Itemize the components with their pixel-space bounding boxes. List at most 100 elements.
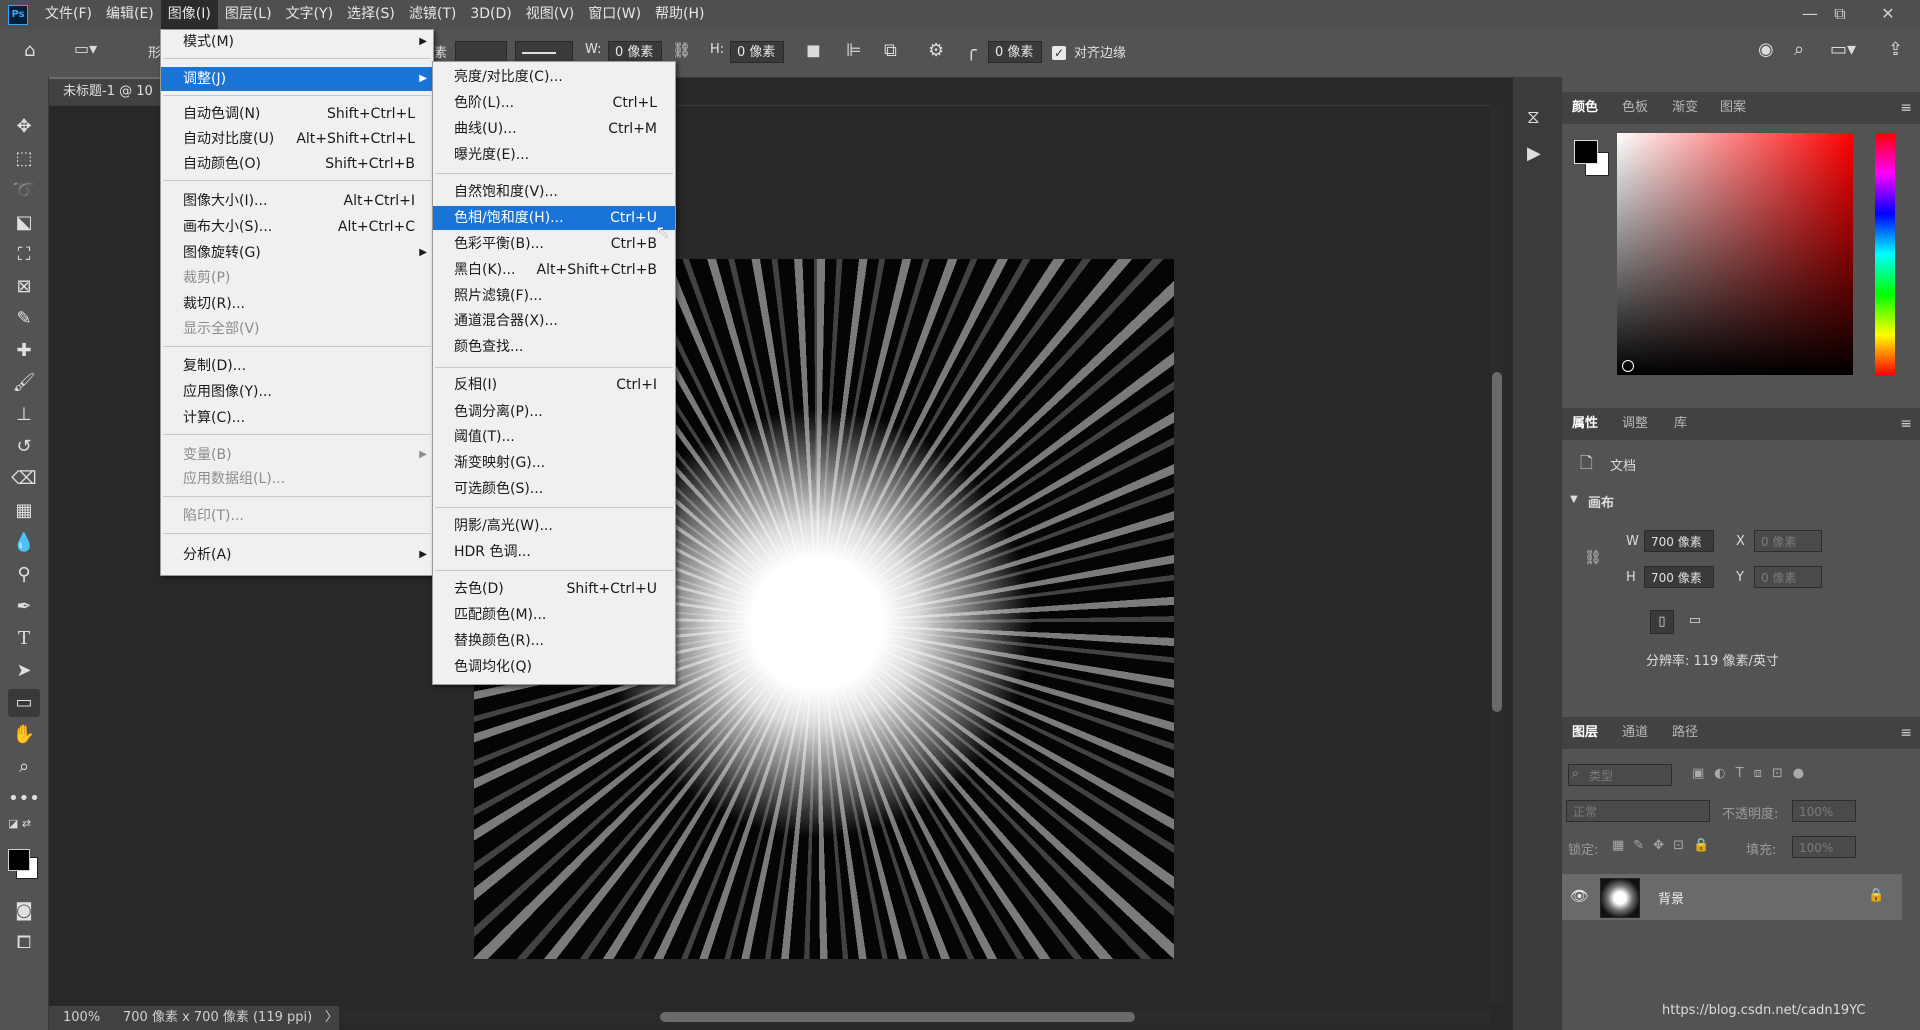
tab-swatches[interactable]: 色板: [1622, 92, 1648, 124]
more-tools-icon[interactable]: •••: [8, 785, 40, 813]
menu-item-match-color[interactable]: 匹配颜色(M)...: [433, 603, 675, 627]
tab-paths[interactable]: 路径: [1672, 717, 1698, 749]
tab-layers[interactable]: 图层: [1572, 717, 1598, 749]
home-icon[interactable]: ⌂: [24, 40, 35, 61]
link-icon[interactable]: ⛓: [672, 41, 691, 59]
width-field[interactable]: 0 像素: [608, 41, 662, 63]
menu-help[interactable]: 帮助(H): [648, 0, 711, 29]
menu-item-image-size[interactable]: 图像大小(I)... Alt+Ctrl+I: [161, 189, 433, 213]
path-operations-icon[interactable]: ◼: [806, 40, 821, 61]
brush-tool-icon[interactable]: 🖌: [8, 369, 40, 397]
menu-item-threshold[interactable]: 阈值(T)...: [433, 425, 675, 449]
canvas-width-field[interactable]: 700 像素: [1644, 530, 1714, 552]
menu-item-vibrance[interactable]: 自然饱和度(V)...: [433, 180, 675, 204]
history-panel-icon[interactable]: ⧖: [1527, 107, 1540, 128]
eraser-tool-icon[interactable]: ⌫: [8, 465, 40, 493]
link-dimensions-icon[interactable]: ⛓: [1584, 550, 1602, 566]
document-info-arrow[interactable]: 〉: [325, 1006, 338, 1030]
actions-play-icon[interactable]: ▶: [1527, 143, 1541, 164]
menu-item-channel-mixer[interactable]: 通道混合器(X)...: [433, 309, 675, 333]
menu-item-apply-image[interactable]: 应用图像(Y)...: [161, 380, 433, 404]
zoom-tool-icon[interactable]: ⌕: [8, 753, 40, 781]
menu-item-mode[interactable]: 模式(M) ▶: [161, 30, 433, 54]
crop-tool-icon[interactable]: ⛶: [8, 241, 40, 269]
menu-item-black-white[interactable]: 黑白(K)... Alt+Shift+Ctrl+B: [433, 258, 675, 282]
menu-item-color-lookup[interactable]: 颜色查找...: [433, 335, 675, 359]
menu-item-selective-color[interactable]: 可选颜色(S)...: [433, 477, 675, 501]
menu-select[interactable]: 选择(S): [340, 0, 402, 29]
canvas-x-field[interactable]: 0 像素: [1754, 530, 1822, 552]
color-picker-field[interactable]: [1617, 133, 1853, 375]
menu-item-analysis[interactable]: 分析(A) ▶: [161, 543, 433, 567]
lock-options-icons[interactable]: ▦✎✥⊡🔒: [1612, 838, 1718, 853]
stroke-type-select[interactable]: [515, 41, 573, 63]
menu-item-curves[interactable]: 曲线(U)... Ctrl+M: [433, 117, 675, 141]
clone-stamp-tool-icon[interactable]: ⊥: [8, 401, 40, 429]
horizontal-scroll-thumb[interactable]: [660, 1012, 1135, 1022]
menu-item-brightness-contrast[interactable]: 亮度/对比度(C)...: [433, 65, 675, 89]
dodge-tool-icon[interactable]: ⚲: [8, 561, 40, 589]
stroke-width-field[interactable]: [455, 41, 507, 63]
menu-item-color-balance[interactable]: 色彩平衡(B)... Ctrl+B: [433, 232, 675, 256]
menu-image[interactable]: 图像(I): [160, 0, 218, 29]
panel-menu-icon[interactable]: ≡: [1900, 408, 1912, 440]
align-edges-checkbox[interactable]: ✓: [1052, 46, 1066, 60]
restore-button[interactable]: ⧉: [1820, 0, 1860, 29]
foreground-color-swatch[interactable]: [8, 849, 30, 871]
menu-item-hue-saturation[interactable]: 色相/饱和度(H)... Ctrl+U: [433, 206, 675, 230]
menu-item-auto-tone[interactable]: 自动色调(N) Shift+Ctrl+L: [161, 102, 433, 126]
menu-item-duplicate[interactable]: 复制(D)...: [161, 354, 433, 378]
menu-item-levels[interactable]: 色阶(L)... Ctrl+L: [433, 91, 675, 115]
fill-field[interactable]: 100%: [1792, 836, 1856, 858]
menu-item-replace-color[interactable]: 替换颜色(R)...: [433, 629, 675, 653]
vertical-scroll-thumb[interactable]: [1492, 372, 1502, 712]
menu-item-calculations[interactable]: 计算(C)...: [161, 406, 433, 430]
blend-mode-select[interactable]: 正常: [1566, 800, 1710, 822]
menu-item-shadows-highlights[interactable]: 阴影/高光(W)...: [433, 514, 675, 538]
landscape-orientation-icon[interactable]: ▭: [1684, 610, 1706, 632]
hand-tool-icon[interactable]: ✋: [8, 721, 40, 749]
menu-type[interactable]: 文字(Y): [279, 0, 340, 29]
corner-radius-field[interactable]: 0 像素: [988, 41, 1042, 63]
workspace-icon[interactable]: ▭▾: [1830, 39, 1856, 60]
move-tool-icon[interactable]: ✥: [8, 113, 40, 141]
menu-item-photo-filter[interactable]: 照片滤镜(F)...: [433, 284, 675, 308]
color-picker-handle[interactable]: [1622, 360, 1634, 372]
menu-layer[interactable]: 图层(L): [218, 0, 279, 29]
path-selection-tool-icon[interactable]: ➤: [8, 657, 40, 685]
panel-menu-icon[interactable]: ≡: [1900, 92, 1912, 124]
portrait-orientation-icon[interactable]: ▯: [1650, 610, 1674, 634]
menu-item-desaturate[interactable]: 去色(D) Shift+Ctrl+U: [433, 577, 675, 601]
height-field[interactable]: 0 像素: [730, 41, 784, 63]
visibility-eye-icon[interactable]: 👁: [1570, 887, 1589, 905]
gradient-tool-icon[interactable]: ▦: [8, 497, 40, 525]
tab-patterns[interactable]: 图案: [1720, 92, 1746, 124]
menu-window[interactable]: 窗口(W): [581, 0, 648, 29]
shape-tool-preset-icon[interactable]: ▭▾: [74, 39, 97, 58]
menu-item-adjustments[interactable]: 调整(J) ▶: [161, 67, 433, 91]
share-icon[interactable]: ⇪: [1888, 39, 1903, 60]
menu-item-posterize[interactable]: 色调分离(P)...: [433, 400, 675, 424]
object-selection-tool-icon[interactable]: ⬕: [8, 209, 40, 237]
close-button[interactable]: ✕: [1868, 0, 1908, 29]
tab-channels[interactable]: 通道: [1622, 717, 1648, 749]
tab-libraries[interactable]: 库: [1674, 408, 1687, 440]
type-tool-icon[interactable]: T: [8, 625, 40, 653]
menu-filter[interactable]: 滤镜(T): [402, 0, 463, 29]
menu-item-hdr-toning[interactable]: HDR 色调...: [433, 540, 675, 564]
default-colors-icon[interactable]: ◪ ⇄: [8, 817, 31, 830]
menu-item-exposure[interactable]: 曝光度(E)...: [433, 143, 675, 167]
canvas-y-field[interactable]: 0 像素: [1754, 566, 1822, 588]
history-brush-tool-icon[interactable]: ↺: [8, 433, 40, 461]
lasso-tool-icon[interactable]: ➰: [8, 177, 40, 205]
healing-brush-tool-icon[interactable]: ✚: [8, 337, 40, 365]
frame-tool-icon[interactable]: ⊠: [8, 273, 40, 301]
path-arrangement-icon[interactable]: ⧉: [884, 40, 897, 61]
canvas-height-field[interactable]: 700 像素: [1644, 566, 1714, 588]
menu-item-image-rotation[interactable]: 图像旋转(G) ▶: [161, 241, 433, 265]
menu-view[interactable]: 视图(V): [519, 0, 582, 29]
hue-slider[interactable]: [1875, 133, 1895, 375]
tab-adjustments[interactable]: 调整: [1622, 408, 1648, 440]
tab-properties[interactable]: 属性: [1572, 408, 1598, 440]
eyedropper-tool-icon[interactable]: ✎: [8, 305, 40, 333]
